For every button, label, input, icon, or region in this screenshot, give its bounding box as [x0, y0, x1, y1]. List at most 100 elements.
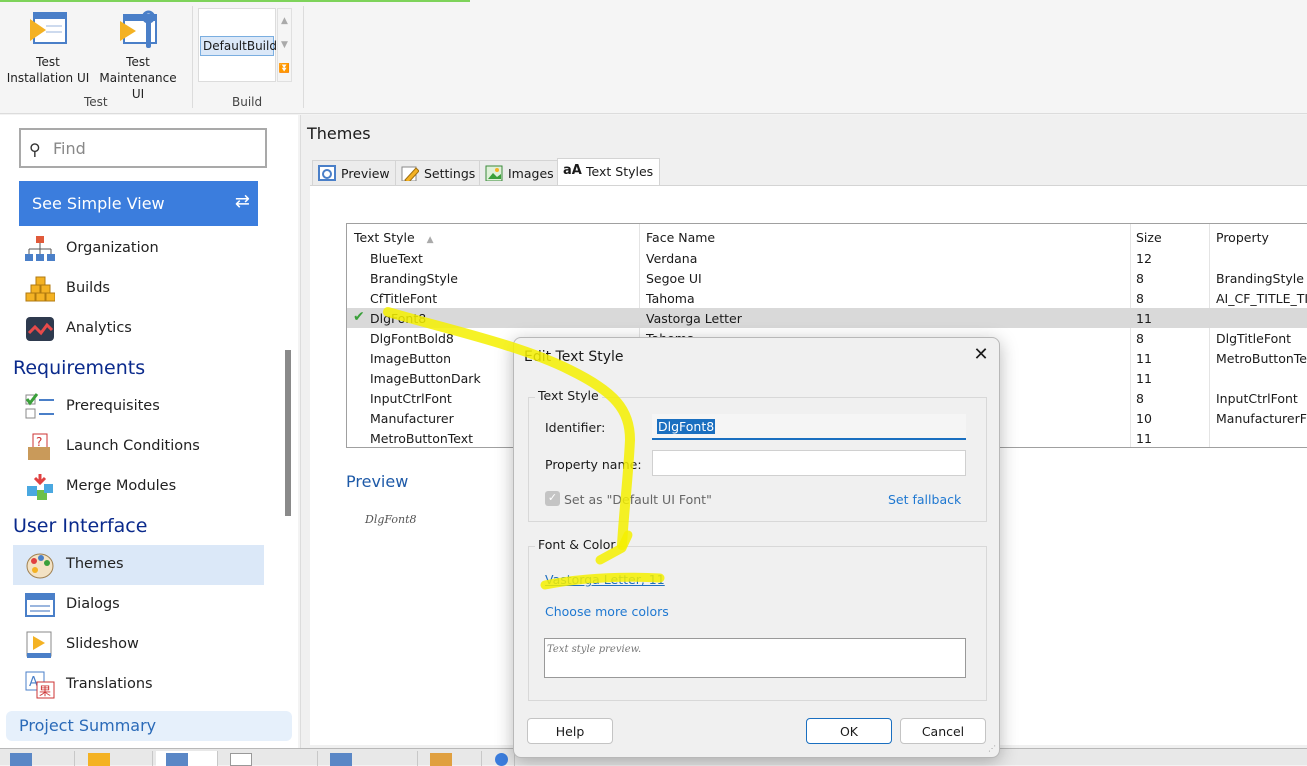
- ribbon: Test Installation UI Test Maintenance UI…: [0, 0, 1307, 114]
- scroll-up-icon[interactable]: ▲: [278, 9, 291, 33]
- group-label: Font & Color: [535, 537, 619, 552]
- label: Prerequisites: [66, 398, 160, 414]
- tab-preview[interactable]: Preview: [312, 160, 397, 185]
- cell-size: 8: [1136, 291, 1144, 306]
- text-styles-icon: aA: [563, 163, 582, 178]
- table-row[interactable]: CfTitleFont Tahoma 8 AI_CF_TITLE_TI: [347, 288, 1307, 308]
- sidebar-item-slideshow[interactable]: Slideshow: [13, 625, 264, 665]
- window-icon: [330, 753, 352, 766]
- identifier-input[interactable]: DlgFont8: [652, 414, 966, 440]
- package-icon: [88, 753, 110, 766]
- cell-text-style: ImageButton: [370, 351, 452, 366]
- label: Test: [36, 55, 60, 69]
- table-row[interactable]: ✔ DlgFont8 Vastorga Letter 11: [347, 308, 1307, 328]
- build-option-selected[interactable]: DefaultBuild: [200, 36, 277, 56]
- column-header-size[interactable]: Size: [1136, 230, 1162, 245]
- bottom-tab[interactable]: [156, 751, 218, 766]
- sort-ascending-icon: ▲: [426, 235, 434, 245]
- label: Organization: [66, 240, 159, 256]
- column-header-property[interactable]: Property: [1216, 230, 1269, 245]
- sidebar-item-translations[interactable]: A 果 Translations: [13, 665, 264, 705]
- swap-icon: ⇄: [234, 191, 250, 212]
- window-icon: [166, 753, 188, 766]
- label: Settings: [424, 166, 476, 181]
- identifier-label: Identifier:: [545, 420, 606, 435]
- settings-pencil-icon: [401, 166, 419, 181]
- test-maintenance-ui-button[interactable]: Test Maintenance UI: [92, 10, 184, 102]
- font-link[interactable]: Vastorga Letter, 11: [545, 572, 665, 587]
- find-input[interactable]: ⚲ Find: [19, 128, 267, 168]
- see-simple-view-button[interactable]: See Simple View ⇄: [19, 181, 258, 226]
- group-label-build: Build: [232, 95, 263, 109]
- page-title: Themes: [307, 124, 371, 143]
- label: Merge Modules: [66, 478, 177, 494]
- table-row[interactable]: BlueText Verdana 12: [347, 248, 1307, 268]
- sidebar-item-builds[interactable]: Builds: [13, 269, 264, 309]
- resize-grip-icon[interactable]: ⋰: [988, 744, 996, 753]
- expand-gallery-icon[interactable]: ⏬: [278, 57, 291, 81]
- sidebar-item-organization[interactable]: Organization: [13, 229, 264, 269]
- default-ui-font-checkbox[interactable]: ✓: [545, 491, 560, 506]
- bottom-tab[interactable]: [220, 751, 318, 766]
- label: Builds: [66, 280, 110, 296]
- sidebar-item-prerequisites[interactable]: Prerequisites: [13, 387, 264, 427]
- prerequisites-icon: [25, 393, 54, 419]
- cell-size: 11: [1136, 371, 1152, 386]
- bottom-tab[interactable]: [485, 751, 515, 766]
- label: Test: [126, 55, 150, 69]
- table-row[interactable]: BrandingStyle Segoe UI 8 BrandingStyle: [347, 268, 1307, 288]
- dialog-title: Edit Text Style: [524, 349, 624, 365]
- merge-modules-icon: [27, 474, 53, 500]
- cell-face-name: Segoe UI: [646, 271, 702, 286]
- label: Images: [508, 166, 554, 181]
- property-name-input[interactable]: [652, 450, 966, 476]
- svg-text:果: 果: [39, 684, 51, 698]
- label: Text Styles: [586, 164, 654, 179]
- sidebar-item-merge-modules[interactable]: Merge Modules: [13, 467, 264, 507]
- tab-text-styles[interactable]: aA Text Styles: [557, 158, 661, 186]
- tab-settings[interactable]: Settings: [395, 160, 483, 185]
- cancel-button[interactable]: Cancel: [900, 718, 986, 744]
- sidebar-item-launch-conditions[interactable]: ? Launch Conditions: [13, 427, 264, 467]
- sidebar-item-dialogs[interactable]: Dialogs: [13, 585, 264, 625]
- test-installation-ui-button[interactable]: Test Installation UI: [6, 10, 90, 86]
- ok-button[interactable]: OK: [806, 718, 892, 744]
- help-button[interactable]: Help: [527, 718, 613, 744]
- cell-text-style: DlgFontBold8: [370, 331, 454, 346]
- gallery-scroll[interactable]: ▲ ▼ ⏬: [277, 8, 292, 82]
- package-icon: [430, 753, 452, 766]
- column-header-text-style[interactable]: Text Style ▲: [354, 230, 434, 245]
- sidebar-item-analytics[interactable]: Analytics: [13, 309, 264, 349]
- bottom-tab[interactable]: [420, 751, 482, 766]
- sidebar-scrollbar[interactable]: [285, 350, 291, 516]
- label: Analytics: [66, 320, 132, 336]
- default-check-icon: ✔: [353, 309, 365, 325]
- cell-size: 12: [1136, 251, 1152, 266]
- project-summary-button[interactable]: Project Summary: [6, 711, 292, 741]
- bottom-tab[interactable]: [320, 751, 418, 766]
- cell-text-style: MetroButtonText: [370, 431, 474, 446]
- bottom-tab[interactable]: [0, 751, 75, 766]
- default-ui-font-label: Set as "Default UI Font": [564, 492, 712, 507]
- cell-size: 8: [1136, 271, 1144, 286]
- label: Launch Conditions: [66, 438, 200, 454]
- slideshow-icon: [26, 631, 52, 658]
- tab-images[interactable]: Images: [479, 160, 561, 185]
- bottom-tab[interactable]: [78, 751, 153, 766]
- sidebar-item-themes[interactable]: Themes: [13, 545, 264, 585]
- group-label: Text Style: [535, 388, 602, 403]
- translations-icon: A果: [25, 671, 55, 699]
- property-name-label: Property name:: [545, 457, 642, 472]
- close-icon[interactable]: ✕: [970, 344, 992, 366]
- divider: [303, 6, 304, 108]
- section-heading-requirements: Requirements: [13, 357, 146, 379]
- build-gallery[interactable]: DefaultBuild: [198, 8, 277, 82]
- column-header-face-name[interactable]: Face Name: [646, 230, 715, 245]
- cell-face-name: Tahoma: [646, 291, 695, 306]
- scroll-down-icon[interactable]: ▼: [278, 33, 291, 57]
- set-fallback-link[interactable]: Set fallback: [888, 492, 961, 507]
- launch-conditions-icon: ?: [28, 433, 50, 460]
- cell-property: AI_CF_TITLE_TI: [1216, 291, 1307, 306]
- choose-more-colors-link[interactable]: Choose more colors: [545, 604, 669, 619]
- dialogs-icon: [25, 593, 55, 617]
